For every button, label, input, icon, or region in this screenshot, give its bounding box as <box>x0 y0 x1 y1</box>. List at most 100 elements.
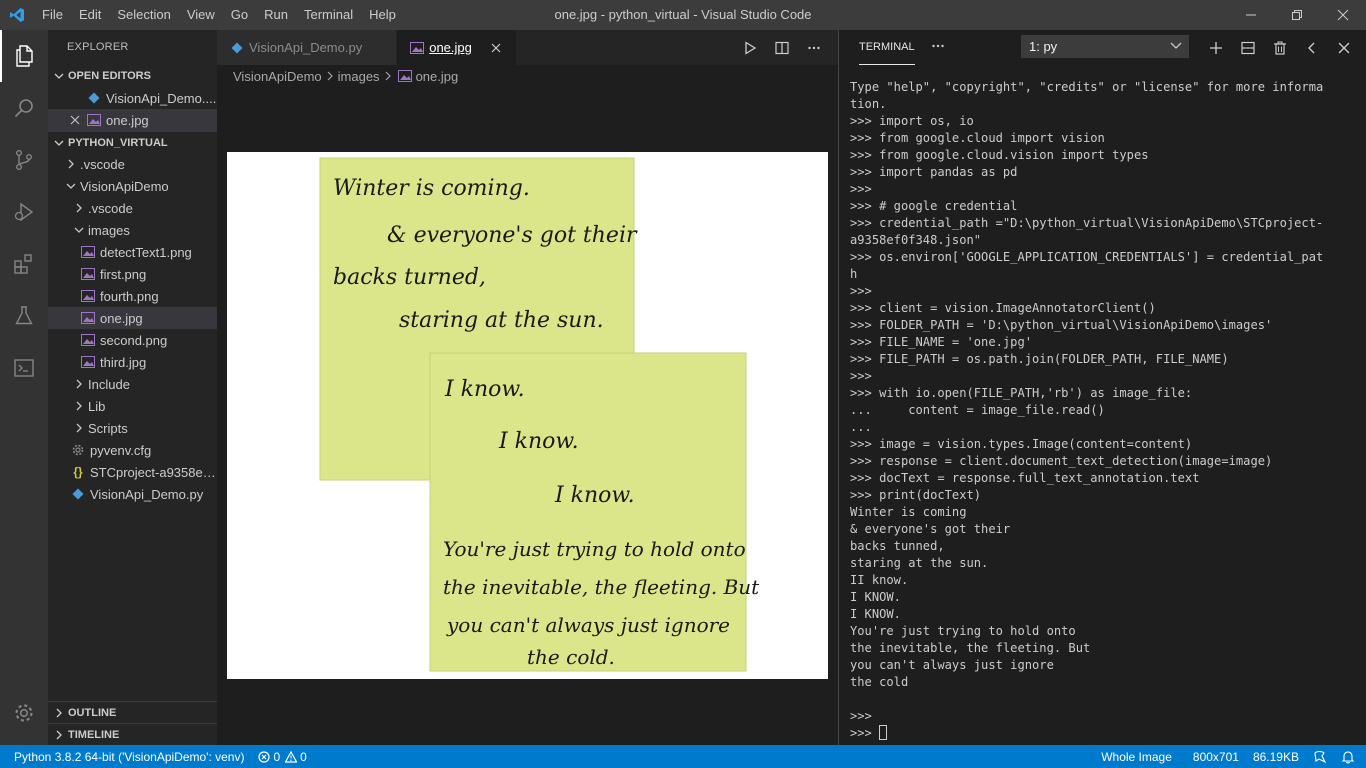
python-file-icon <box>70 486 86 502</box>
menu-go[interactable]: Go <box>223 0 256 30</box>
timeline-header[interactable]: TIMELINE <box>48 723 217 745</box>
image-dimensions: 800x701 <box>1192 749 1239 764</box>
breadcrumb: VisionApiDemo images one.jpg <box>217 65 838 87</box>
terminal-line: the inevitable, the fleeting. But <box>850 641 1091 655</box>
image-file-icon <box>80 288 96 304</box>
breadcrumb-item[interactable]: images <box>338 69 380 84</box>
new-terminal-button[interactable] <box>1200 41 1232 55</box>
note2-line: the cold. <box>527 645 615 669</box>
json-file-icon: {} <box>73 465 83 479</box>
tree-file[interactable]: VisionApi_Demo.py <box>48 483 217 505</box>
search-view-button[interactable] <box>0 82 48 134</box>
outline-header[interactable]: OUTLINE <box>48 701 217 723</box>
feedback-button[interactable] <box>1306 750 1334 764</box>
search-icon <box>14 99 33 118</box>
terminal-selector-value: 1: py <box>1029 39 1058 54</box>
run-debug-button[interactable] <box>0 186 48 238</box>
chevron-right-icon <box>64 159 78 169</box>
tree-file[interactable]: third.jpg <box>48 351 217 373</box>
terminal-line: ... <box>850 420 872 434</box>
extensions-button[interactable] <box>0 238 48 290</box>
trash-icon <box>1274 41 1286 55</box>
tree-file[interactable]: pyvenv.cfg <box>48 439 217 461</box>
notifications-button[interactable] <box>1334 750 1362 764</box>
menu-run[interactable]: Run <box>256 0 296 30</box>
breadcrumb-item[interactable]: one.jpg <box>416 69 459 84</box>
error-icon <box>258 750 271 763</box>
terminal-line: You're just trying to hold onto <box>850 624 1076 638</box>
error-count: 0 <box>273 749 281 764</box>
remote-explorer-button[interactable] <box>0 342 48 394</box>
window-controls <box>1228 0 1366 30</box>
tree-folder-visionapidemo[interactable]: VisionApiDemo <box>48 175 217 197</box>
close-icon[interactable] <box>68 115 82 125</box>
tree-file[interactable]: detectText1.png <box>48 241 217 263</box>
tree-file-selected[interactable]: one.jpg <box>48 307 217 329</box>
terminal-line: & everyone's got their <box>850 522 1011 536</box>
menu-edit[interactable]: Edit <box>71 0 109 30</box>
breadcrumb-item[interactable]: VisionApiDemo <box>233 69 322 84</box>
tree-file[interactable]: first.png <box>48 263 217 285</box>
sidebar-title: EXPLORER <box>67 41 129 53</box>
sidebar-collapsed-sections: OUTLINE TIMELINE <box>48 701 217 745</box>
menu-terminal[interactable]: Terminal <box>296 0 361 30</box>
terminal-line: the cold <box>850 675 909 689</box>
tree-folder-vscode[interactable]: .vscode <box>48 197 217 219</box>
open-editor-item[interactable]: VisionApi_Demo.... <box>48 87 217 109</box>
split-terminal-button[interactable] <box>1232 41 1264 55</box>
manage-button[interactable] <box>0 689 48 737</box>
menu-view[interactable]: View <box>179 0 223 30</box>
tree-file[interactable]: {} STCproject-a9358ef... <box>48 461 217 483</box>
tree-folder-scripts[interactable]: Scripts <box>48 417 217 439</box>
title-bar: File Edit Selection View Go Run Terminal… <box>0 0 1366 30</box>
terminal-cursor <box>879 725 888 740</box>
move-panel-button[interactable] <box>1296 41 1328 55</box>
menu-selection[interactable]: Selection <box>109 0 178 30</box>
chevron-down-icon <box>52 71 66 81</box>
ellipsis-icon[interactable] <box>931 39 945 56</box>
kill-terminal-button[interactable] <box>1264 41 1296 55</box>
chevron-right-icon <box>72 379 86 389</box>
tree-file[interactable]: second.png <box>48 329 217 351</box>
testing-button[interactable] <box>0 290 48 342</box>
open-editors-header[interactable]: OPEN EDITORS <box>48 65 217 87</box>
problems-indicator[interactable]: 0 0 <box>251 750 313 764</box>
tree-folder-images[interactable]: images <box>48 219 217 241</box>
close-tab-icon[interactable] <box>486 43 506 53</box>
restore-button[interactable] <box>1274 0 1320 30</box>
split-editor-button[interactable] <box>766 41 798 55</box>
terminal-line: >>> credential_path ="D:\python_virtual\… <box>850 216 1324 230</box>
zoom-level[interactable]: Whole Image <box>1094 750 1186 764</box>
chevron-down-icon <box>64 181 78 191</box>
close-panel-button[interactable] <box>1328 41 1360 55</box>
more-actions-button[interactable] <box>798 41 830 55</box>
tab-visionapi-demo[interactable]: VisionApi_Demo.py <box>217 30 398 65</box>
menu-bar: File Edit Selection View Go Run Terminal… <box>34 0 404 30</box>
editor-area: VisionApi_Demo.py one.jpg VisionApiDemo … <box>217 30 838 745</box>
terminal-line: tion. <box>850 97 887 111</box>
close-window-button[interactable] <box>1320 0 1366 30</box>
terminal-line: >>> <box>850 725 1360 742</box>
workspace-header[interactable]: PYTHON_VIRTUAL <box>48 131 217 153</box>
tree-file[interactable]: fourth.png <box>48 285 217 307</box>
menu-file[interactable]: File <box>34 0 71 30</box>
terminal-line: ... content = image_file.read() <box>850 403 1105 417</box>
terminal-selector[interactable]: 1: py <box>1021 35 1189 58</box>
explorer-button[interactable] <box>0 30 48 82</box>
open-editor-item[interactable]: one.jpg <box>48 109 217 131</box>
source-control-button[interactable] <box>0 134 48 186</box>
tree-folder-include[interactable]: Include <box>48 373 217 395</box>
chevron-right-icon <box>72 401 86 411</box>
terminal-panel: TERMINAL 1: py Type "help", "copyright",… <box>838 30 1366 745</box>
terminal-line: >>> print(docText) <box>850 488 982 502</box>
terminal-line: >>> FILE_NAME = 'one.jpg' <box>850 335 1033 349</box>
run-file-button[interactable] <box>734 40 766 55</box>
python-interpreter[interactable]: Python 3.8.2 64-bit ('VisionApiDemo': ve… <box>0 750 251 764</box>
tab-terminal[interactable]: TERMINAL <box>859 30 915 65</box>
tree-folder-lib[interactable]: Lib <box>48 395 217 417</box>
minimize-button[interactable] <box>1228 0 1274 30</box>
tree-folder-vscode[interactable]: .vscode <box>48 153 217 175</box>
terminal-output[interactable]: Type "help", "copyright", "credits" or "… <box>850 79 1360 742</box>
tab-one-jpg[interactable]: one.jpg <box>397 30 517 65</box>
menu-help[interactable]: Help <box>361 0 404 30</box>
